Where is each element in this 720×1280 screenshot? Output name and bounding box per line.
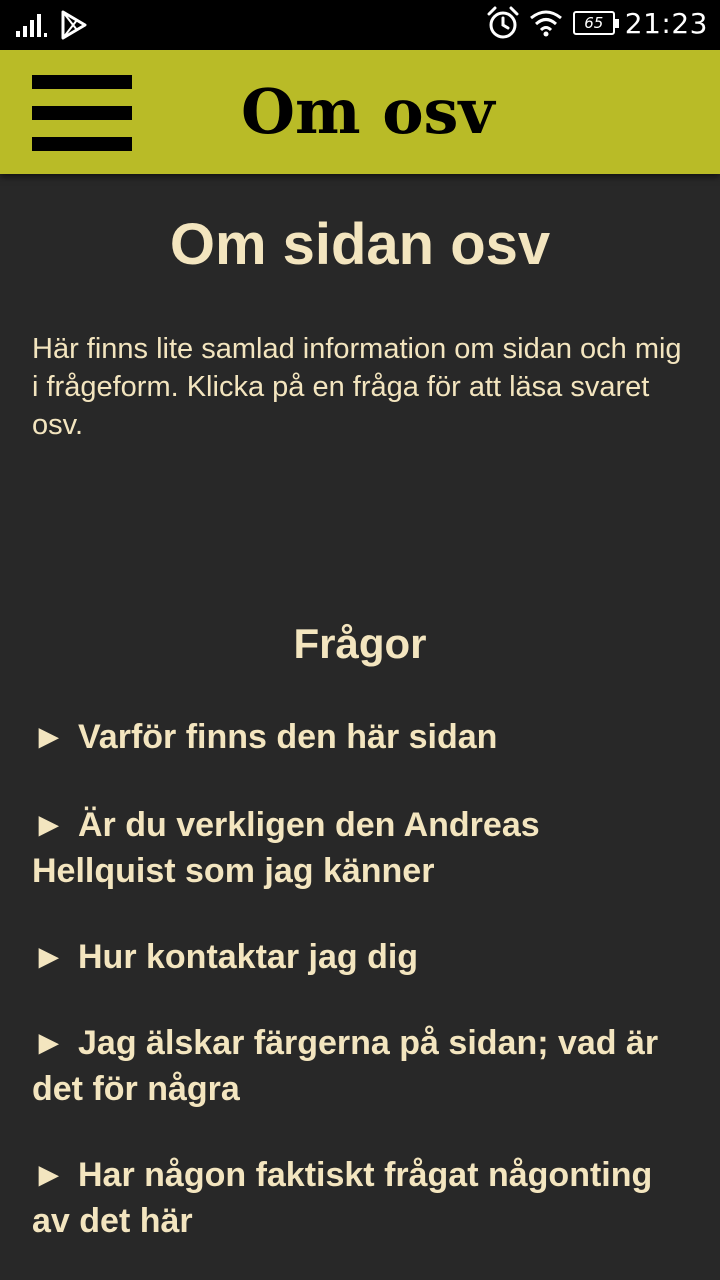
intro-text: Här finns lite samlad information om sid… <box>32 333 682 441</box>
triangle-right-icon: ► <box>32 938 66 976</box>
triangle-right-icon: ► <box>32 718 66 756</box>
play-store-icon <box>61 10 87 40</box>
faq-question[interactable]: ► Är du verkligen den Andreas Hellquist s… <box>32 802 692 894</box>
hamburger-menu-icon[interactable] <box>32 75 132 151</box>
status-bar: 65 21:23 <box>0 0 720 50</box>
faq-question[interactable]: ► Varför finns den här sidan <box>32 714 692 760</box>
faq-question-text: Hur kontaktar jag dig <box>78 938 419 976</box>
wifi-icon <box>529 10 562 37</box>
faq-question-text: Jag älskar färgerna på sidan; vad är det… <box>32 1024 659 1108</box>
status-time: 21:23 <box>624 6 708 40</box>
alarm-icon <box>487 6 519 39</box>
faq-question-text: Varför finns den här sidan <box>78 718 498 756</box>
page-title: Om sidan osv <box>169 212 551 277</box>
triangle-right-icon: ► <box>32 1156 66 1194</box>
battery-level: 65 <box>584 14 604 32</box>
faq-question[interactable]: ► Har någon faktiskt frågat någonting av … <box>32 1152 692 1244</box>
app-bar: Om osv <box>0 50 720 174</box>
signal-icon <box>16 14 47 37</box>
questions-heading: Frågor <box>293 620 427 667</box>
faq-question-text: Är du verkligen den Andreas Hellquist so… <box>32 806 540 890</box>
triangle-right-icon: ► <box>32 806 66 844</box>
battery-icon: 65 <box>572 11 619 35</box>
app-title: Om osv <box>241 75 495 148</box>
faq-question[interactable]: ► Jag älskar färgerna på sidan; vad är de… <box>32 1020 692 1112</box>
triangle-right-icon: ► <box>32 1024 66 1062</box>
faq-question-text: Har någon faktiskt frågat någonting av d… <box>32 1156 653 1240</box>
faq-question[interactable]: ► Hur kontaktar jag dig <box>32 934 692 980</box>
